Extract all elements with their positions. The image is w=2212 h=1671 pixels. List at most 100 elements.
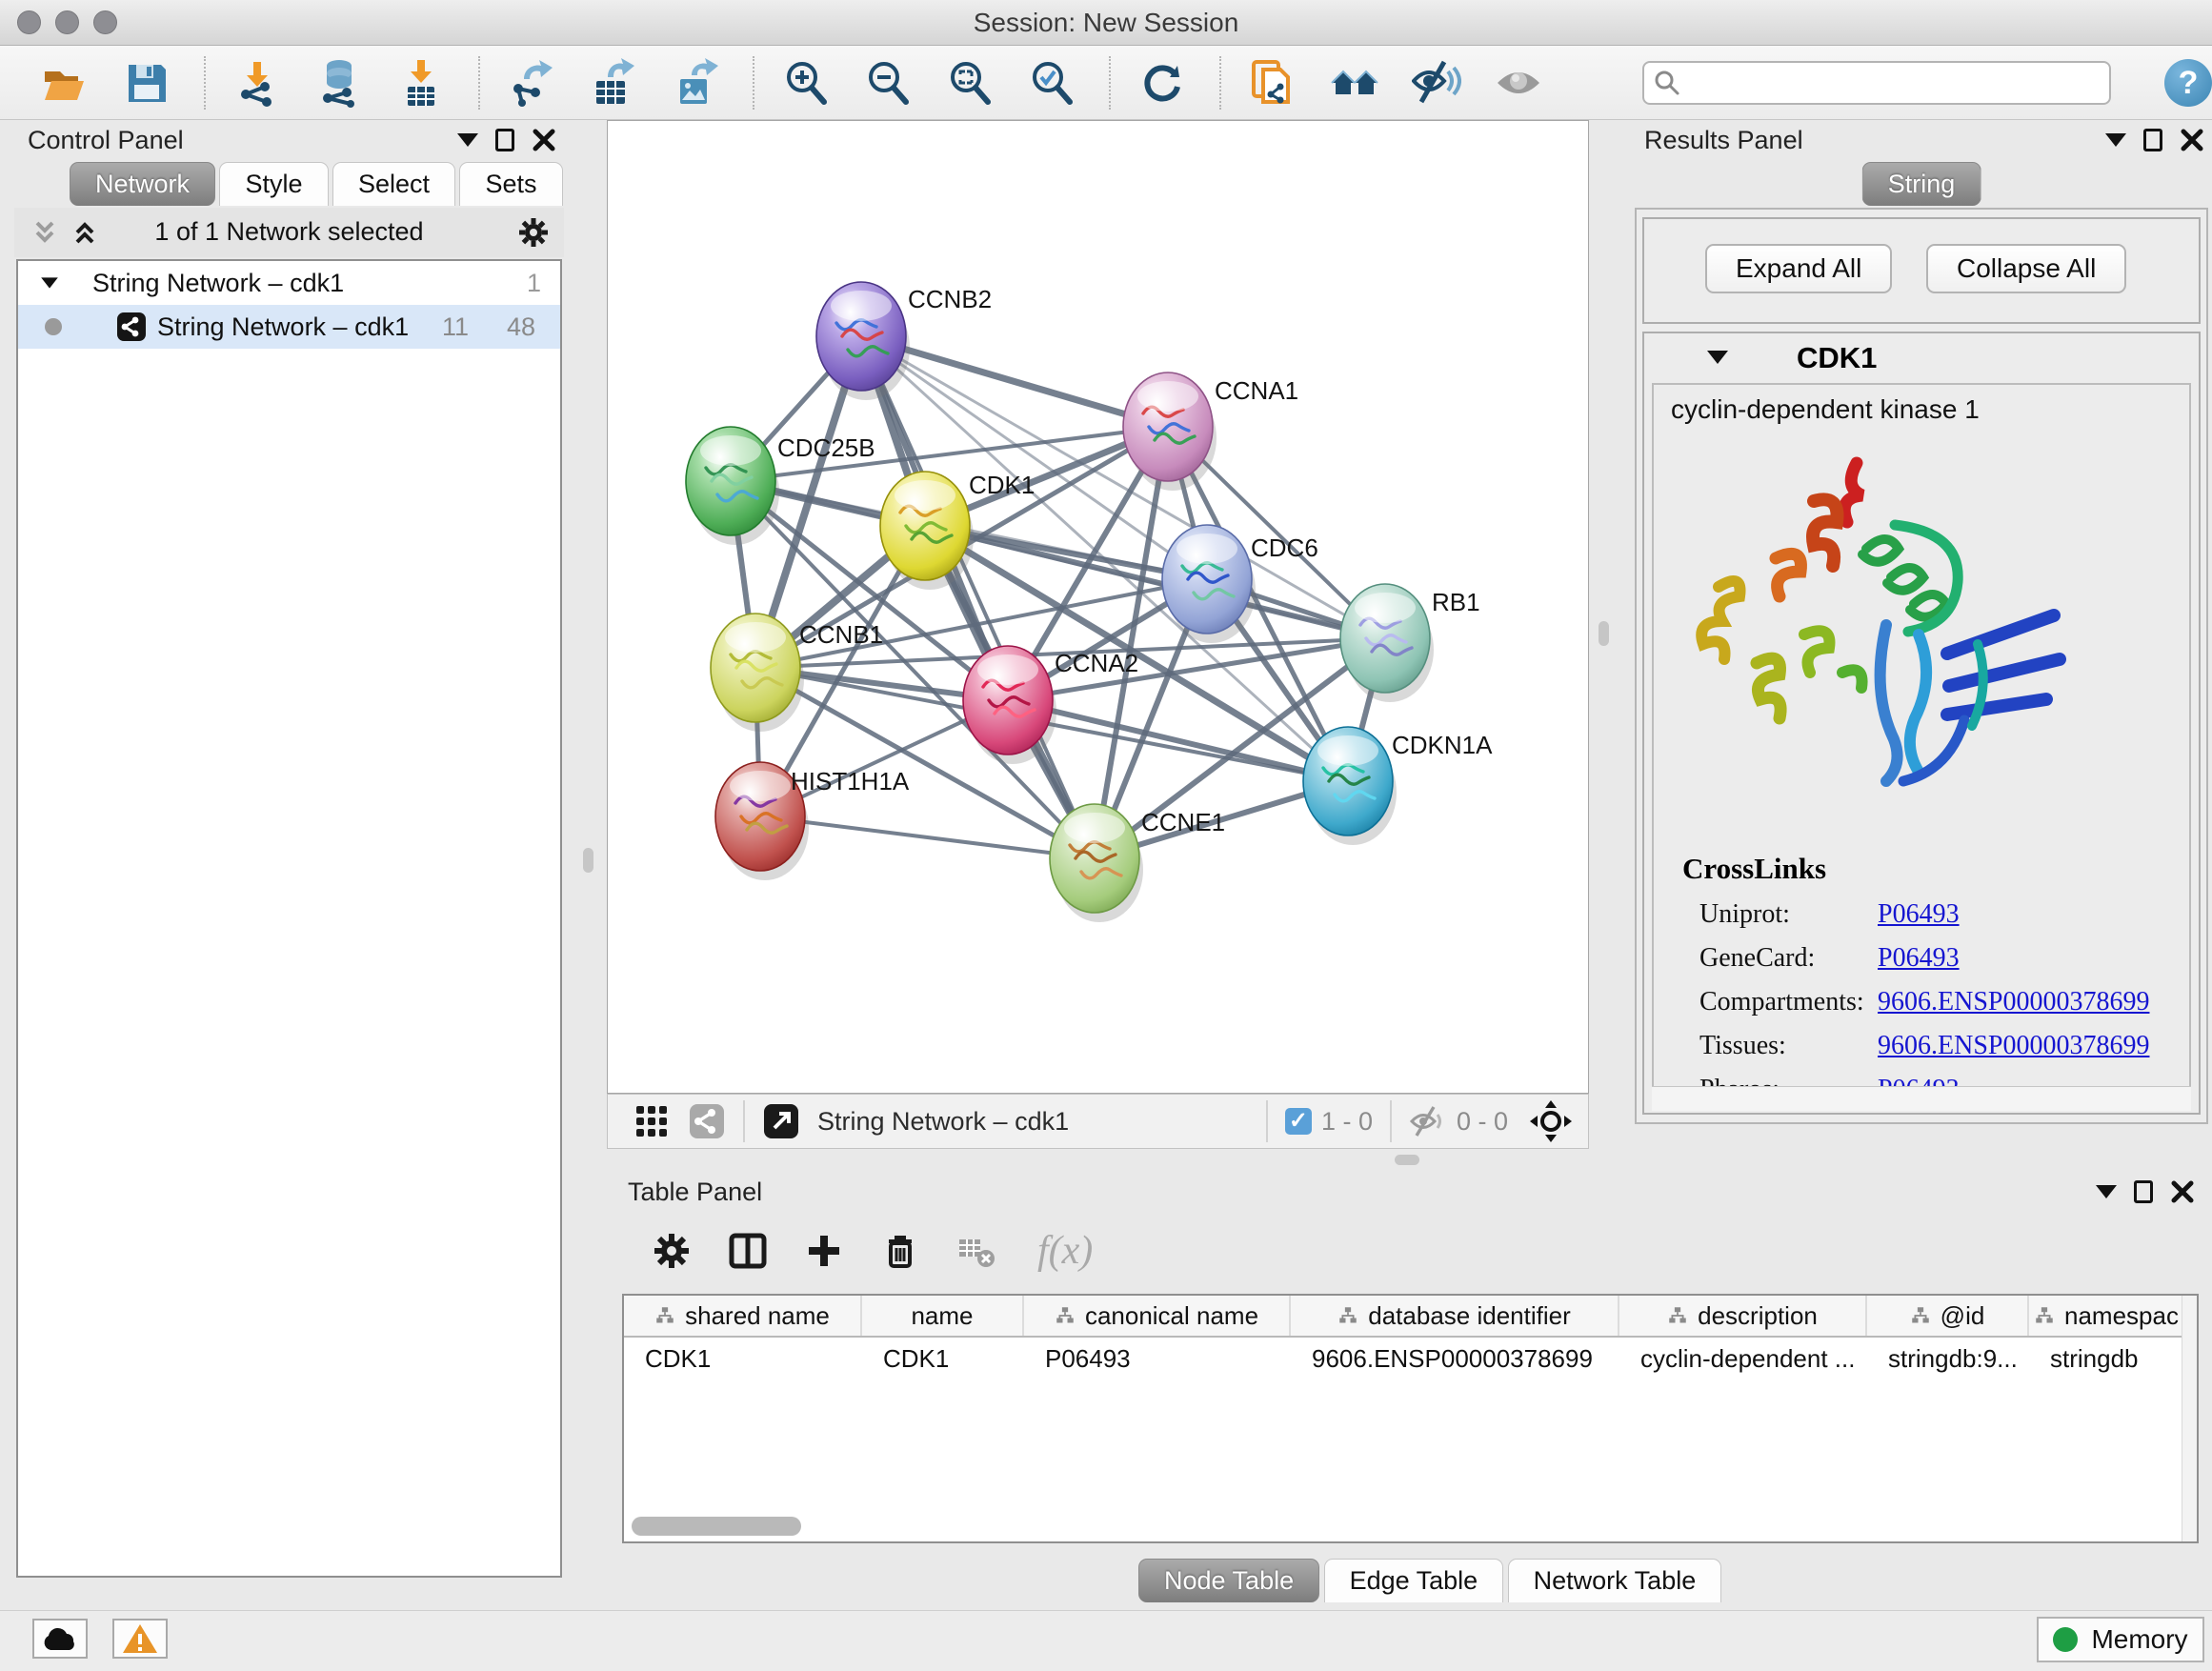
table-cell[interactable]: CDK1 [862,1338,1024,1379]
import-network-database-icon[interactable] [314,58,364,108]
crosslink-link[interactable]: 9606.ENSP00000378699 [1878,987,2149,1017]
delete-column-icon[interactable] [879,1230,921,1272]
network-collection-row[interactable]: String Network – cdk1 1 [18,261,560,305]
table-cell[interactable]: stringdb [2029,1338,2185,1379]
help-button[interactable]: ? [2164,59,2212,107]
refresh-icon[interactable] [1137,58,1187,108]
float-panel-icon[interactable] [2143,129,2162,151]
table-vertical-scrollbar[interactable] [2182,1296,2197,1541]
network-node-CDK1[interactable] [880,472,974,590]
expand-all-button[interactable]: Expand All [1705,244,1892,293]
close-panel-icon[interactable] [2180,128,2204,152]
import-table-file-icon[interactable] [396,58,446,108]
tab-edge-table[interactable]: Edge Table [1324,1559,1504,1602]
node-label: CDK1 [969,471,1035,499]
column-header-shared-name[interactable]: shared name [624,1296,862,1336]
close-panel-icon[interactable] [2170,1179,2195,1204]
network-row[interactable]: String Network – cdk1 11 48 [18,305,560,349]
show-columns-icon[interactable] [727,1230,769,1272]
search-input[interactable] [1680,68,2100,97]
table-cell[interactable]: 9606.ENSP00000378699 [1291,1338,1619,1379]
network-edge[interactable] [760,816,1095,858]
collection-expand-icon[interactable] [41,277,58,288]
panel-menu-icon[interactable] [2096,1185,2117,1198]
crosslink-link[interactable]: 9606.ENSP00000378699 [1878,1031,2149,1061]
crosslink-link[interactable]: P06493 [1878,899,1960,930]
memory-button[interactable]: Memory [2037,1617,2204,1662]
hide-selected-eye-icon[interactable] [1412,58,1461,108]
entry-collapse-icon[interactable] [1707,351,1728,364]
network-node-CCNA2[interactable] [963,646,1056,764]
network-options-gear-icon[interactable] [516,215,551,250]
panel-menu-icon[interactable] [457,133,478,147]
column-header-name[interactable]: name [862,1296,1024,1336]
table-panel: Table Panel [607,1172,2212,1610]
network-status-dot [45,318,62,335]
network-node-CCNA1[interactable] [1123,372,1217,491]
warning-icon [122,1622,158,1655]
network-node-CCNB2[interactable] [816,282,910,400]
tab-style[interactable]: Style [219,162,328,206]
zoom-out-icon[interactable] [863,58,913,108]
birds-eye-view-icon[interactable] [1529,1099,1573,1143]
table-horizontal-scrollbar[interactable] [632,1517,801,1536]
crosslink-link[interactable]: P06493 [1878,943,1960,974]
network-node-CCNE1[interactable] [1050,804,1143,922]
table-row[interactable]: CDK1CDK1P064939606.ENSP00000378699cyclin… [624,1338,2197,1379]
tab-string[interactable]: String [1862,162,1981,206]
add-column-icon[interactable] [803,1230,845,1272]
float-panel-icon[interactable] [2134,1180,2153,1203]
results-scrollbar[interactable] [1652,1086,2191,1111]
zoom-in-icon[interactable] [781,58,831,108]
table-cell[interactable]: P06493 [1024,1338,1291,1379]
network-view-mode-icon[interactable] [688,1102,726,1140]
column-header-database-identifier[interactable]: database identifier [1291,1296,1619,1336]
export-network-icon[interactable] [507,58,556,108]
show-all-eye-icon[interactable] [1494,58,1543,108]
left-splitter-handle[interactable] [583,848,593,873]
panel-menu-icon[interactable] [2105,133,2126,147]
network-view-canvas[interactable]: CCNB2CCNA1CDC25BCDK1CDC6RB1CCNB1CCNA2CDK… [607,120,1589,1094]
column-header--id[interactable]: @id [1867,1296,2029,1336]
table-cell[interactable]: CDK1 [624,1338,862,1379]
zoom-fit-icon[interactable] [945,58,995,108]
column-header-canonical-name[interactable]: canonical name [1024,1296,1291,1336]
warnings-button[interactable] [112,1619,168,1659]
table-cell[interactable]: cyclin-dependent ... [1619,1338,1867,1379]
network-node-RB1[interactable] [1340,584,1434,702]
import-network-file-icon[interactable] [232,58,282,108]
crosslink-label: Tissues: [1699,1031,1786,1061]
table-cell[interactable]: stringdb:9... [1867,1338,2029,1379]
table-options-gear-icon[interactable] [651,1230,693,1272]
tab-sets[interactable]: Sets [459,162,562,206]
tab-node-table[interactable]: Node Table [1138,1559,1319,1602]
network-label: String Network – cdk1 [157,312,409,342]
network-node-CCNB1[interactable] [711,614,804,732]
tab-network-table[interactable]: Network Table [1508,1559,1722,1602]
network-node-CDKN1A[interactable] [1303,727,1397,845]
selected-count-checkbox-icon[interactable]: ✓ [1285,1108,1312,1135]
cdk1-entry-header[interactable]: CDK1 [1644,333,2199,381]
save-session-icon[interactable] [122,58,171,108]
crosslinks-title: CrossLinks [1682,852,1826,886]
column-header-namespac[interactable]: namespac [2029,1296,2185,1336]
collapse-all-button[interactable]: Collapse All [1926,244,2126,293]
column-header-description[interactable]: description [1619,1296,1867,1336]
detach-view-icon[interactable] [762,1102,800,1140]
close-panel-icon[interactable] [532,128,556,152]
float-panel-icon[interactable] [495,129,514,151]
zoom-selected-icon[interactable] [1027,58,1076,108]
node-label: CCNB1 [799,620,883,649]
tab-select[interactable]: Select [332,162,455,206]
open-session-icon[interactable] [40,58,90,108]
export-image-icon[interactable] [671,58,720,108]
horizontal-splitter-handle[interactable] [1395,1155,1419,1165]
export-table-icon[interactable] [589,58,638,108]
tab-network[interactable]: Network [70,162,215,206]
cloud-button[interactable] [32,1619,88,1659]
right-splitter-handle[interactable] [1599,621,1609,646]
home-pages-icon[interactable] [1330,58,1379,108]
network-view-toolbar: String Network – cdk1 ✓ 1 - 0 0 - 0 [607,1094,1589,1149]
copy-network-icon[interactable] [1248,58,1297,108]
grid-view-icon[interactable] [633,1102,671,1140]
